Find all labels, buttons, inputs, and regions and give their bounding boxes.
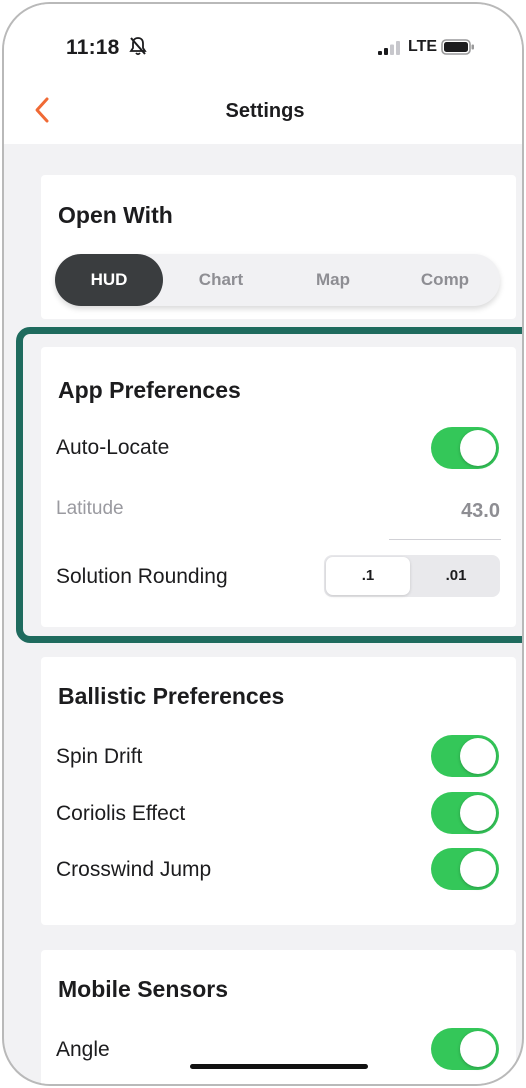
toggle-knob <box>460 1031 496 1067</box>
battery-icon <box>441 39 474 55</box>
open-with-title: Open With <box>58 202 173 228</box>
phone-frame: 11:18 LTE Settings Open With HUD Chart M… <box>2 2 524 1086</box>
rounding-option-hundredths[interactable]: .01 <box>414 557 498 595</box>
toggle-knob <box>460 851 496 887</box>
bell-muted-icon <box>129 37 147 56</box>
network-type: LTE <box>408 38 438 55</box>
crosswind-jump-toggle[interactable] <box>431 848 499 890</box>
status-bar: 11:18 LTE <box>4 4 522 74</box>
open-with-card: Open With HUD Chart Map Comp <box>41 175 516 319</box>
toggle-knob <box>460 795 496 831</box>
toggle-knob <box>460 430 496 466</box>
solution-rounding-label: Solution Rounding <box>56 565 228 588</box>
latitude-value[interactable]: 43.0 <box>461 500 500 523</box>
segment-hud[interactable]: HUD <box>55 254 163 306</box>
ballistic-preferences-title: Ballistic Preferences <box>58 683 285 709</box>
home-indicator[interactable] <box>190 1064 368 1069</box>
mobile-sensors-title: Mobile Sensors <box>58 976 228 1002</box>
auto-locate-label: Auto-Locate <box>56 436 170 459</box>
ballistic-preferences-card: Ballistic Preferences Spin Drift Corioli… <box>41 657 516 925</box>
latitude-divider <box>389 539 501 540</box>
spin-drift-toggle[interactable] <box>431 735 499 777</box>
solution-rounding-control: .1 .01 <box>324 555 500 597</box>
crosswind-jump-label: Crosswind Jump <box>56 858 212 881</box>
spin-drift-label: Spin Drift <box>56 745 143 768</box>
coriolis-effect-toggle[interactable] <box>431 792 499 834</box>
angle-toggle[interactable] <box>431 1028 499 1070</box>
latitude-label: Latitude <box>56 498 124 519</box>
segment-comp[interactable]: Comp <box>391 254 499 306</box>
angle-label: Angle <box>56 1038 110 1061</box>
signal-icon <box>378 41 400 55</box>
coriolis-effect-label: Coriolis Effect <box>56 802 186 825</box>
segment-map[interactable]: Map <box>279 254 387 306</box>
status-time: 11:18 <box>66 36 120 59</box>
toggle-knob <box>460 738 496 774</box>
segment-chart[interactable]: Chart <box>167 254 275 306</box>
auto-locate-toggle[interactable] <box>431 427 499 469</box>
rounding-option-tenths[interactable]: .1 <box>326 557 410 595</box>
app-preferences-card: App Preferences Auto-Locate Latitude 43.… <box>41 347 516 627</box>
open-with-segmented-control: HUD Chart Map Comp <box>55 254 500 306</box>
nav-bar: Settings <box>4 74 522 144</box>
page-title: Settings <box>225 100 305 122</box>
app-preferences-title: App Preferences <box>58 377 241 403</box>
